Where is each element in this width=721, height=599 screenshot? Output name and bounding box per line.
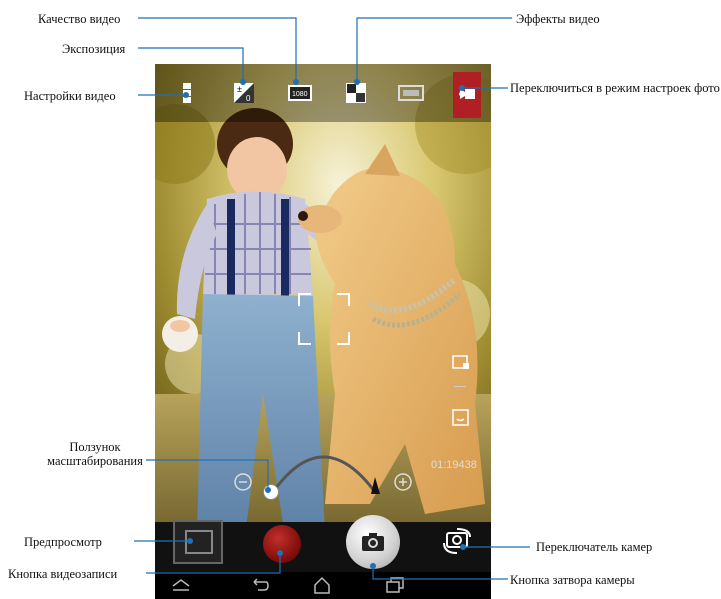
callout-record-button: Кнопка видеозаписи (8, 567, 118, 581)
recent-apps-icon[interactable] (385, 577, 405, 593)
switch-to-photo-button[interactable] (453, 72, 481, 118)
callout-exposure: Экспозиция (62, 42, 126, 56)
scene-mode-icon[interactable] (398, 82, 424, 104)
exposure-icon[interactable]: ± 0 (233, 82, 255, 104)
nav-up-icon[interactable] (171, 578, 191, 592)
video-effects-icon[interactable] (345, 82, 367, 104)
zoom-slider-thumb[interactable] (263, 484, 279, 500)
preview-thumbnail[interactable] (173, 520, 223, 564)
gallery-icon (185, 530, 213, 554)
callout-preview: Предпросмотр (24, 535, 102, 549)
camera-switch-icon[interactable] (440, 527, 474, 557)
callout-zoom-slider: Ползунок масштабирования (47, 440, 143, 468)
home-icon[interactable] (312, 576, 332, 594)
capture-mode-icon[interactable] (452, 409, 470, 427)
svg-text:±: ± (237, 84, 242, 94)
camera-top-bar (155, 64, 491, 122)
callout-video-quality: Качество видео (38, 12, 121, 26)
svg-text:1080: 1080 (292, 91, 308, 98)
focus-frame (298, 293, 350, 345)
video-settings-icon[interactable] (177, 82, 199, 104)
callout-video-settings: Настройки видео (24, 89, 116, 103)
callout-camera-switcher: Переключатель камер (536, 540, 653, 554)
record-button[interactable] (263, 525, 301, 563)
callout-shutter-button: Кнопка затвора камеры (510, 573, 635, 587)
divider (454, 386, 466, 387)
switch-to-photo-icon (459, 89, 475, 99)
zoom-slider[interactable] (233, 432, 413, 502)
callout-video-effects: Эффекты видео (516, 12, 600, 26)
record-mode-icon[interactable] (452, 354, 470, 370)
video-quality-1080-icon[interactable]: 1080 (287, 82, 313, 104)
svg-text:0: 0 (246, 94, 251, 103)
camera-viewfinder: ± 0 1080 01:19438 (155, 64, 491, 599)
callout-switch-photo: Переключиться в режим настроек фото (510, 81, 720, 95)
shutter-button[interactable] (346, 515, 400, 569)
camera-icon (362, 533, 384, 551)
remaining-counter: 01:19438 (431, 459, 477, 471)
back-icon[interactable] (250, 577, 270, 593)
system-nav-bar (155, 572, 491, 599)
